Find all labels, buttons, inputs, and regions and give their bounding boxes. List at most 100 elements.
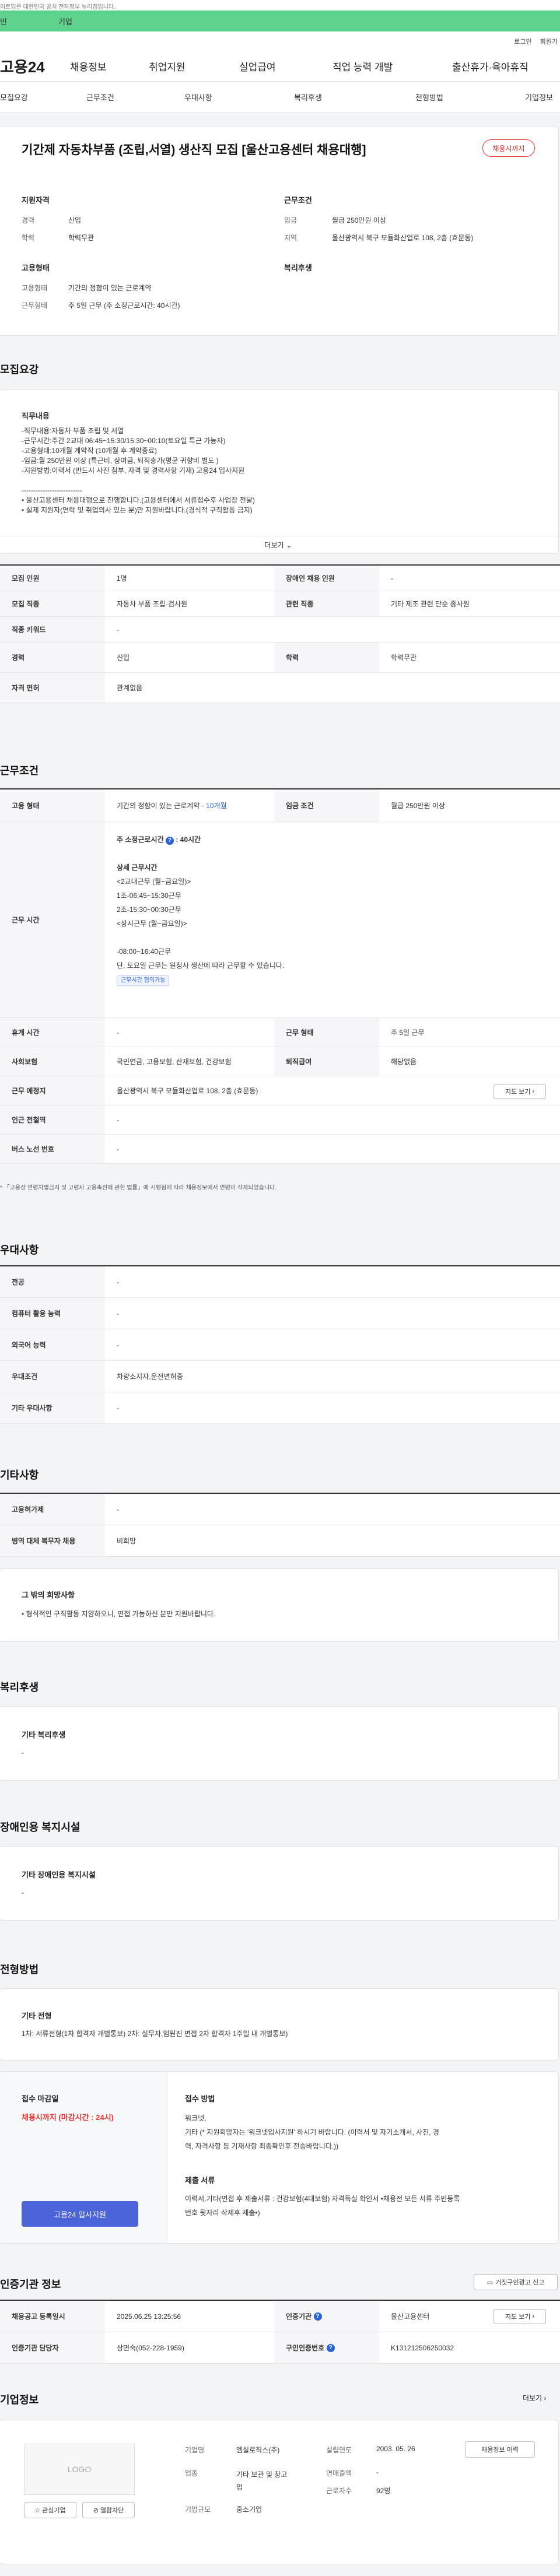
company-card: LOGO ☆ 관심기업 ⊘ 열람차단 기업명 엠실로직스(주) 업종 기타 보관…	[0, 2420, 559, 2564]
job-title: 기간제 자동차부품 (조립,서열) 생산직 모집 [울산고용센터 채용대행]	[22, 143, 366, 157]
disab-card: 기타 장애인용 복지시설 -	[0, 1846, 559, 1921]
qual-heading: 지원자격	[22, 196, 50, 205]
table-row: 휴게 시간 - 근무 형태 주 5일 근무	[0, 1018, 560, 1047]
edu-label: 학력	[22, 234, 35, 242]
wage-value: 월급 250만원 이상	[332, 216, 386, 224]
table-row: 우대조건 차량소지자,운전면허증	[0, 1361, 560, 1392]
welfare-card: 기타 복리후생 -	[0, 1706, 559, 1781]
table-row: 고용 형태 기간의 정함이 있는 근로계약 · 10개월 임금 조건 월급 25…	[0, 789, 560, 822]
table-row: 병역 대체 복무자 채용 비희망	[0, 1525, 560, 1557]
info-icon[interactable]: ?	[326, 2343, 335, 2352]
chevron-right-icon: ›	[530, 1088, 535, 1095]
tab-company[interactable]: 기업	[41, 16, 72, 27]
table-row: 기타 우대사항 -	[0, 1392, 560, 1424]
emp-type-label: 고용형태	[22, 284, 48, 292]
pref-heading: 우대사항	[0, 1244, 39, 1256]
duty-lines: -직무내용:자동차 부품 조립 및 서열 -근무시간:주간 2교대 06:45~1…	[22, 427, 255, 514]
chevron-down-icon: ⌄	[286, 541, 292, 549]
pref-table: 전공 - 컴퓨터 활용 능력 - 외국어 능력 - 우대조건 차량소지자,운전면허증 기…	[0, 1265, 560, 1424]
region-label: 지역	[284, 234, 298, 242]
screen-etc-card: 기타 전형 1차: 서류전형(1차 합격자 개별통보) 2차: 실무자,임원진 …	[0, 1988, 559, 2061]
tab-personal[interactable]: 민	[0, 16, 41, 27]
wage-label: 임금	[284, 216, 298, 224]
subnav-company[interactable]: 기업정보	[484, 92, 560, 103]
deadline-badge: 채용시까지	[482, 139, 535, 157]
table-row: 컴퓨터 활용 능력 -	[0, 1298, 560, 1329]
info-icon[interactable]: ?	[313, 2312, 322, 2321]
edu-value: 학력무관	[68, 234, 94, 242]
etc-heading: 기타사항	[0, 1469, 39, 1481]
work-form-value: 주 5일 근무 (주 소정근로시간: 40시간)	[68, 301, 180, 310]
block-icon: ⊘	[93, 2507, 100, 2514]
table-row: 경력 신입 학력 학력무관	[0, 643, 560, 673]
age-note: * 「고용상 연령차별금지 및 고령자 고용촉진에 관한 법률」에 시행됨에 따…	[0, 1185, 277, 1191]
table-row: 외국어 능력 -	[0, 1329, 560, 1361]
table-row: 모집 직종 자동차 부품 조립·검사원 관련 직종 기타 제조 관련 단순 종사원	[0, 591, 560, 617]
login-link[interactable]: 로그인	[514, 37, 531, 46]
etc-table: 고용허가제 - 병역 대체 복무자 채용 비희망	[0, 1493, 560, 1557]
subnav-workcond[interactable]: 근무조건	[69, 92, 155, 103]
table-row: 사회보험 국민연금, 고용보험, 산재보험, 건강보험 퇴직급여 해당없음	[0, 1047, 560, 1076]
gnb-menu-leave[interactable]: 출산휴가·육아휴직	[452, 59, 528, 73]
work-form-label: 근무형태	[22, 301, 48, 310]
table-row: 인증기관 담당자 상면숙(052-228-1959) 구인인증번호 ? K131212…	[0, 2332, 560, 2364]
map-button[interactable]: 지도 보기 ›	[494, 1084, 546, 1099]
duty-title: 직무내용	[22, 412, 50, 420]
report-button[interactable]: ▭ 거짓구인광고 신고	[474, 2274, 558, 2290]
report-icon: ▭	[487, 2279, 494, 2286]
gnb-menu-training[interactable]: 직업 능력 개발	[332, 59, 452, 73]
apply-button[interactable]: 고용24 입사지원	[22, 2201, 138, 2227]
agency-map-button[interactable]: 지도 보기 ›	[494, 2309, 546, 2324]
table-row: 근무 시간 주 소정근로시간 ? : 40시간 상세 근무시간 <2교대근무 (…	[0, 822, 560, 1018]
recruit-heading: 모집요강	[0, 364, 39, 375]
recruit-table: 모집 인원 1명 장애인 채용 인원 - 모집 직종 자동차 부품 조립·검사원 관련 직…	[0, 564, 560, 703]
table-row: 모집 인원 1명 장애인 채용 인원 -	[0, 566, 560, 591]
subnav-pref[interactable]: 우대사항	[155, 92, 253, 103]
gov-notice: 이트입은 대한민국 공식 전자정부 누리집입니다.	[0, 0, 560, 10]
emp-type-value: 기간의 정함이 있는 근로계약	[68, 284, 152, 292]
site-logo[interactable]: 고용24	[0, 55, 70, 77]
gnb-menu-unemployment[interactable]: 실업급여	[239, 59, 332, 73]
fav-company-button[interactable]: ☆ 관심기업	[24, 2502, 76, 2518]
region-value: 울산광역시 북구 모듈화산업로 108, 2층 (효문동)	[332, 234, 474, 242]
table-row: 인근 전철역 -	[0, 1105, 560, 1135]
info-icon[interactable]: ?	[165, 837, 174, 845]
screen-heading: 전형방법	[0, 1964, 39, 1975]
etc-hope-card: 그 밖의 희망사항 • 형식적인 구직활동 지양하오니, 면접 가능하신 분만 …	[0, 1568, 559, 1642]
career-value: 신입	[68, 216, 82, 224]
agency-heading: 인증기관 정보	[0, 2279, 61, 2290]
career-label: 경력	[22, 216, 35, 224]
join-link[interactable]: 회원가	[540, 37, 558, 46]
gnb-menu-support[interactable]: 취업지원	[149, 59, 239, 73]
job-summary-card: 기간제 자동차부품 (조립,서열) 생산직 모집 [울산고용센터 채용대행] 채…	[0, 126, 559, 336]
subnav-recruit[interactable]: 모집요강	[0, 92, 69, 103]
table-row: 직종 키워드 -	[0, 617, 560, 643]
table-row: 근무 예정지 울산광역시 북구 모듈화산업로 108, 2층 (효문동) 지도 보…	[0, 1076, 560, 1105]
flex-time-tag: 근무시간 협의가능	[117, 975, 170, 986]
gnb-menu-jobs[interactable]: 채용정보	[70, 59, 149, 73]
section-subnav: 모집요강 근무조건 우대사항 복리후생 전형방법 기업정보	[0, 82, 560, 113]
table-row: 전공 -	[0, 1266, 560, 1298]
table-row: 고용허가제 -	[0, 1494, 560, 1525]
type-heading: 고용형태	[22, 264, 50, 272]
star-icon: ☆	[34, 2507, 43, 2514]
more-button[interactable]: 더보기 ⌄	[0, 536, 558, 553]
utility-bar: 로그인 회원가	[0, 31, 560, 51]
subnav-screen[interactable]: 전형방법	[363, 92, 484, 103]
subnav-welfare[interactable]: 복리후생	[253, 92, 363, 103]
workcond-heading: 근무조건	[0, 765, 39, 777]
disab-heading: 장애인용 복지시설	[0, 1822, 80, 1833]
duty-card: 직무내용 -직무내용:자동차 부품 조립 및 서열 -근무시간:주간 2교대 06…	[0, 389, 559, 554]
job-history-button[interactable]: 채용정보 이력	[465, 2441, 535, 2458]
workcond-table: 고용 형태 기간의 정함이 있는 근로계약 · 10개월 임금 조건 월급 25…	[0, 788, 560, 1164]
company-more-link[interactable]: 더보기 ›	[523, 2393, 546, 2403]
global-nav: 고용24 채용정보 취업지원 실업급여 직업 능력 개발 출산휴가·육아휴직	[0, 51, 560, 82]
cond-heading: 근무조건	[284, 196, 312, 205]
top-tab-bar: 민 기업	[0, 10, 560, 31]
company-heading: 기업정보	[0, 2394, 39, 2406]
block-company-button[interactable]: ⊘ 열람차단	[82, 2502, 135, 2518]
welfare-section-heading: 복리후생	[0, 1682, 39, 1693]
deadline-value: 채용시까지 (마감시간 : 24시)	[22, 2113, 114, 2122]
table-row: 채용공고 등록일시 2025.06.25 13:25:56 인증기관 ? 울산고용센터…	[0, 2301, 560, 2332]
company-logo: LOGO	[24, 2444, 135, 2495]
